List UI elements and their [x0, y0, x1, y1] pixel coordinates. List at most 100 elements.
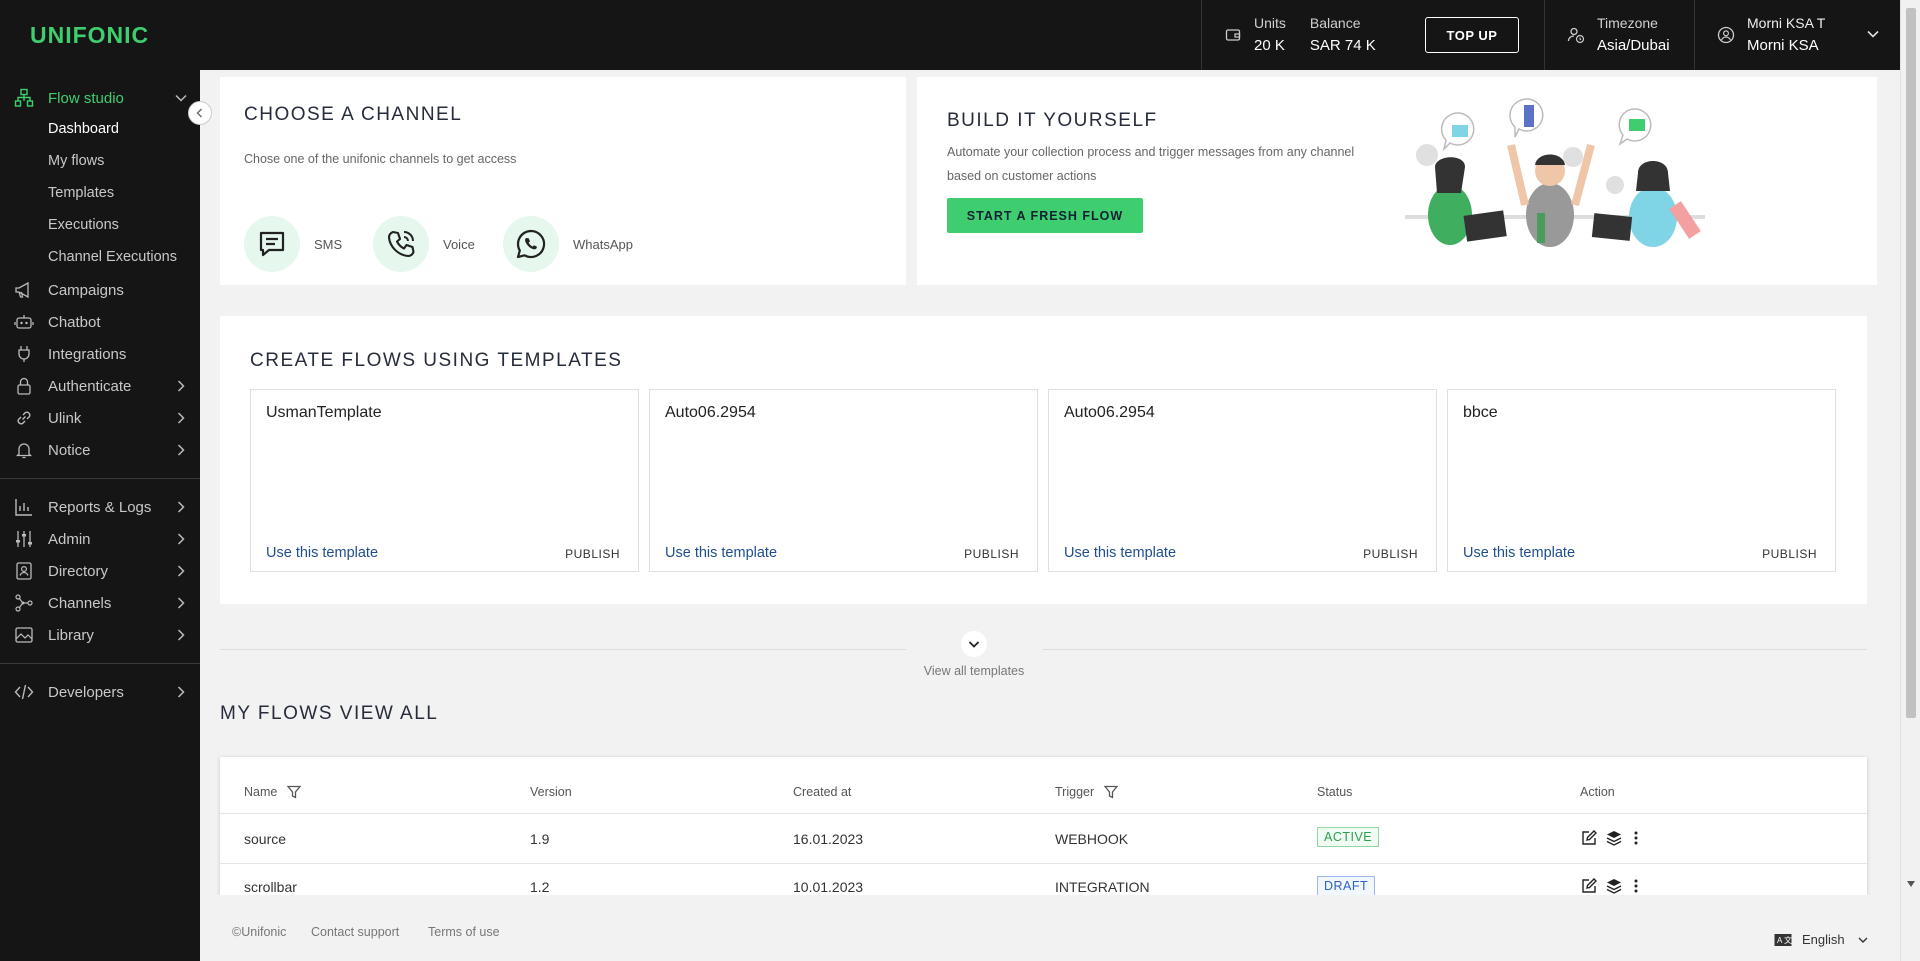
sidebar-item-flow-studio[interactable]: Flow studio: [0, 84, 200, 112]
sidebar-item-notice[interactable]: Notice: [0, 436, 200, 464]
use-template-link[interactable]: Use this template: [665, 545, 777, 561]
view-all-templates-link[interactable]: View all templates: [920, 664, 1028, 678]
row-actions: [1581, 878, 1641, 894]
template-card[interactable]: bbce Use this template PUBLISH: [1447, 389, 1836, 572]
sidebar-item-library[interactable]: Library: [0, 621, 200, 649]
sidebar-item-label: Library: [48, 626, 94, 644]
sidebar-sub-my-flows[interactable]: My flows: [48, 149, 104, 173]
megaphone-icon: [14, 280, 34, 300]
template-card[interactable]: Auto06.2954 Use this template PUBLISH: [1048, 389, 1437, 572]
chevron-right-icon: [174, 379, 188, 397]
use-template-link[interactable]: Use this template: [1064, 545, 1176, 561]
sidebar-item-label: Reports & Logs: [48, 498, 152, 516]
column-header-trigger[interactable]: Trigger: [1055, 785, 1119, 799]
timezone-section[interactable]: Timezone Asia/Dubai: [1544, 0, 1694, 70]
unifonic-logo[interactable]: UNIFONIC: [30, 22, 149, 49]
publish-button[interactable]: PUBLISH: [964, 547, 1019, 561]
channel-voice[interactable]: Voice: [373, 216, 475, 272]
page-scrollbar[interactable]: [1900, 0, 1920, 961]
sidebar: Flow studio Dashboard My flows Templates…: [0, 70, 200, 961]
template-name: UsmanTemplate: [266, 404, 382, 421]
status-badge: ACTIVE: [1317, 827, 1380, 847]
top-bar: UNIFONIC Units 20 K Balance SAR 74 K TOP…: [0, 0, 1900, 70]
flow-created: 10.01.2023: [793, 879, 864, 895]
template-name: Auto06.2954: [665, 404, 756, 421]
channel-whatsapp[interactable]: WhatsApp: [503, 216, 633, 272]
code-icon: [14, 682, 34, 702]
flow-version: 1.9: [530, 831, 550, 847]
filter-icon[interactable]: [1104, 785, 1119, 799]
templates-title: CREATE FLOWS USING TEMPLATES: [250, 350, 623, 371]
sidebar-divider: [0, 478, 200, 479]
template-card[interactable]: Auto06.2954 Use this template PUBLISH: [649, 389, 1038, 572]
terms-of-use-link[interactable]: Terms of use: [428, 925, 500, 939]
sidebar-item-ulink[interactable]: Ulink: [0, 404, 200, 432]
expand-templates-button[interactable]: [961, 631, 987, 657]
more-vertical-icon[interactable]: [1631, 830, 1641, 846]
scroll-down-arrow-icon[interactable]: [1906, 880, 1916, 888]
sidebar-sub-templates[interactable]: Templates: [48, 181, 114, 205]
start-fresh-flow-button[interactable]: START A FRESH FLOW: [947, 198, 1143, 233]
channel-sms[interactable]: SMS: [244, 216, 342, 272]
sidebar-item-campaigns[interactable]: Campaigns: [0, 276, 200, 304]
edit-icon[interactable]: [1581, 878, 1597, 894]
sidebar-item-channels[interactable]: Channels: [0, 589, 200, 617]
sidebar-sub-channel-executions[interactable]: Channel Executions: [48, 245, 177, 269]
wallet-icon: [1224, 26, 1242, 44]
chevron-right-icon: [174, 411, 188, 429]
user-circle-icon: [1717, 26, 1735, 44]
sidebar-item-chatbot[interactable]: Chatbot: [0, 308, 200, 336]
sidebar-sub-executions[interactable]: Executions: [48, 213, 119, 237]
column-header-version: Version: [530, 785, 572, 799]
column-label: Name: [244, 785, 278, 799]
my-flows-title[interactable]: MY FLOWS VIEW ALL: [220, 703, 438, 725]
sidebar-item-authenticate[interactable]: Authenticate: [0, 372, 200, 400]
chevron-down-icon[interactable]: [1866, 27, 1880, 46]
sidebar-item-developers[interactable]: Developers: [0, 678, 200, 706]
chevron-right-icon: [174, 564, 188, 582]
publish-button[interactable]: PUBLISH: [1762, 547, 1817, 561]
column-header-name[interactable]: Name: [244, 785, 302, 799]
timezone-value: Asia/Dubai: [1597, 37, 1670, 54]
flow-name[interactable]: scrollbar: [244, 879, 297, 895]
use-template-link[interactable]: Use this template: [1463, 545, 1575, 561]
layers-icon[interactable]: [1606, 830, 1622, 846]
column-header-status: Status: [1317, 785, 1353, 799]
sidebar-collapse-button[interactable]: [188, 101, 212, 125]
user-menu[interactable]: Morni KSA T Morni KSA: [1694, 0, 1900, 70]
sidebar-sub-dashboard[interactable]: Dashboard: [48, 117, 119, 141]
balance-value: SAR 74 K: [1309, 37, 1376, 54]
publish-button[interactable]: PUBLISH: [565, 547, 620, 561]
sidebar-item-reports-logs[interactable]: Reports & Logs: [0, 493, 200, 521]
units-balance-section: Units 20 K Balance SAR 74 K TOP UP: [1201, 0, 1543, 70]
flow-trigger: WEBHOOK: [1055, 831, 1129, 847]
sliders-icon: [14, 529, 34, 549]
template-card[interactable]: UsmanTemplate Use this template PUBLISH: [250, 389, 639, 572]
contact-book-icon: [14, 561, 34, 581]
filter-icon[interactable]: [287, 785, 302, 799]
team-collaboration-illustration: [1405, 98, 1705, 247]
edit-icon[interactable]: [1581, 830, 1597, 846]
row-actions: [1581, 830, 1641, 846]
channel-label: SMS: [314, 236, 343, 252]
flow-name[interactable]: source: [244, 831, 286, 847]
choose-channel-title: CHOOSE A CHANNEL: [244, 104, 463, 125]
language-selector[interactable]: A文 English: [1774, 932, 1869, 947]
more-vertical-icon[interactable]: [1631, 878, 1641, 894]
my-flows-table: Name Version Created at Trigger Status A…: [220, 757, 1867, 895]
sidebar-item-admin[interactable]: Admin: [0, 525, 200, 553]
sidebar-item-directory[interactable]: Directory: [0, 557, 200, 585]
layers-icon[interactable]: [1606, 878, 1622, 894]
build-title: BUILD IT YOURSELF: [947, 110, 1158, 131]
scrollbar-thumb[interactable]: [1906, 8, 1916, 718]
sidebar-item-label: Developers: [48, 683, 124, 701]
top-up-button[interactable]: TOP UP: [1425, 17, 1519, 53]
use-template-link[interactable]: Use this template: [266, 545, 378, 561]
sidebar-item-integrations[interactable]: Integrations: [0, 340, 200, 368]
build-it-yourself-card: BUILD IT YOURSELF Automate your collecti…: [917, 77, 1877, 285]
chevron-right-icon: [174, 532, 188, 550]
publish-button[interactable]: PUBLISH: [1363, 547, 1418, 561]
sidebar-item-label: Channels: [48, 594, 112, 612]
chevron-down-icon: [1858, 937, 1868, 943]
contact-support-link[interactable]: Contact support: [311, 925, 399, 939]
